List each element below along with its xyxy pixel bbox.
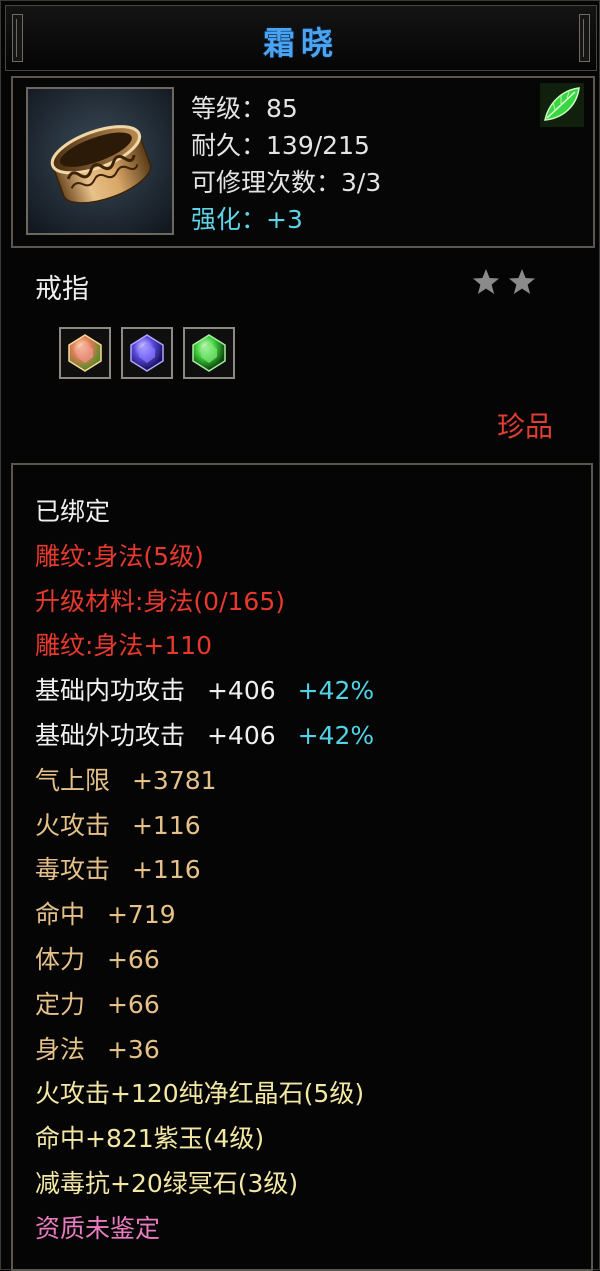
star-icon [471,267,501,297]
basic-attr-line: 毒攻击 +116 [35,848,374,893]
attr-label: 身法 [35,1034,86,1064]
item-header: 等级：85 耐久：139/215 可修理次数：3/3 强化：+3 [11,76,595,248]
attr-value: +116 [131,810,201,840]
green-gem-icon [183,327,235,379]
ring-icon [26,87,174,235]
durability-label: 耐久 [191,131,242,160]
gem-bonus-line: 火攻击+120纯净红晶石(5级) [35,1079,365,1109]
star-icon [507,267,537,297]
item-stats: 等级：85 耐久：139/215 可修理次数：3/3 强化：+3 [191,90,381,238]
basic-attr-line: 身法 +36 [35,1028,374,1073]
star-rating [471,267,543,301]
quality-status: 资质未鉴定 [35,1213,161,1243]
attr-label: 火攻击 [35,810,111,840]
attr-value: +66 [106,944,160,974]
engraving-bonus-line: 雕纹:身法+110 [35,631,213,661]
attr-percent: +42% [297,720,375,750]
enhance-label: 强化 [191,205,242,234]
level-value: 85 [266,94,298,123]
attr-label: 命中 [35,900,86,930]
engraving-line: 雕纹:身法(5级) [35,541,204,571]
repair-count-value: 3/3 [341,168,382,197]
attr-value: +719 [106,900,176,930]
attributes-panel: 已绑定 雕纹:身法(5级) 升级材料:身法(0/165) 雕纹:身法+110 基… [11,463,593,1271]
basic-attr-line: 定力 +66 [35,983,374,1028]
item-type: 戒指 [35,274,89,305]
item-tooltip: 霜晓 等级：85 耐久：139/215 可修理次数：3/3 强化：+3 戒指 珍… [0,0,600,1271]
rarity-label: 珍品 [496,410,553,443]
attr-value: +406 [206,676,276,706]
gem-bonus-line: 减毒抗+20绿冥石(3级) [35,1168,299,1198]
attr-label: 基础内功攻击 [35,676,186,706]
basic-attr-line: 火攻击 +116 [35,804,374,849]
attr-value: +406 [206,720,276,750]
enhance-stat: 强化：+3 [191,205,303,234]
green-leaf-icon [539,82,585,128]
attr-value: +66 [106,989,160,1019]
attr-value: +116 [131,855,201,885]
item-name: 霜晓 [262,24,339,62]
gem-bonus-line: 命中+821紫玉(4级) [35,1124,265,1154]
attr-percent: +42% [297,676,375,706]
red-gem-icon [59,327,111,379]
attr-label: 气上限 [35,765,111,795]
purple-gem-icon [121,327,173,379]
repair-count-label: 可修理次数 [191,168,317,197]
basic-attr-line: 命中 +719 [35,893,374,938]
title-bar: 霜晓 [5,5,597,71]
basic-attr-line: 气上限 +3781 [35,759,374,804]
durability-value: 139/215 [266,131,370,160]
inner-attack-line: 基础内功攻击 +406 +42% [35,669,374,714]
bound-status: 已绑定 [35,497,111,526]
attr-value: +3781 [131,765,217,795]
attr-label: 基础外功攻击 [35,720,186,750]
durability-stat: 耐久：139/215 [191,131,370,160]
attr-label: 定力 [35,989,86,1019]
attr-value: +36 [106,1034,160,1064]
repair-count-stat: 可修理次数：3/3 [191,168,382,197]
attr-label: 体力 [35,944,86,974]
enhance-value: +3 [266,205,303,234]
basic-attr-line: 体力 +66 [35,938,374,983]
title-bar-right-cap [579,14,590,62]
level-label: 等级 [191,94,242,123]
outer-attack-line: 基础外功攻击 +406 +42% [35,714,374,759]
level-stat: 等级：85 [191,94,298,123]
upgrade-material-line: 升级材料:身法(0/165) [35,586,285,616]
attr-label: 毒攻击 [35,855,111,885]
